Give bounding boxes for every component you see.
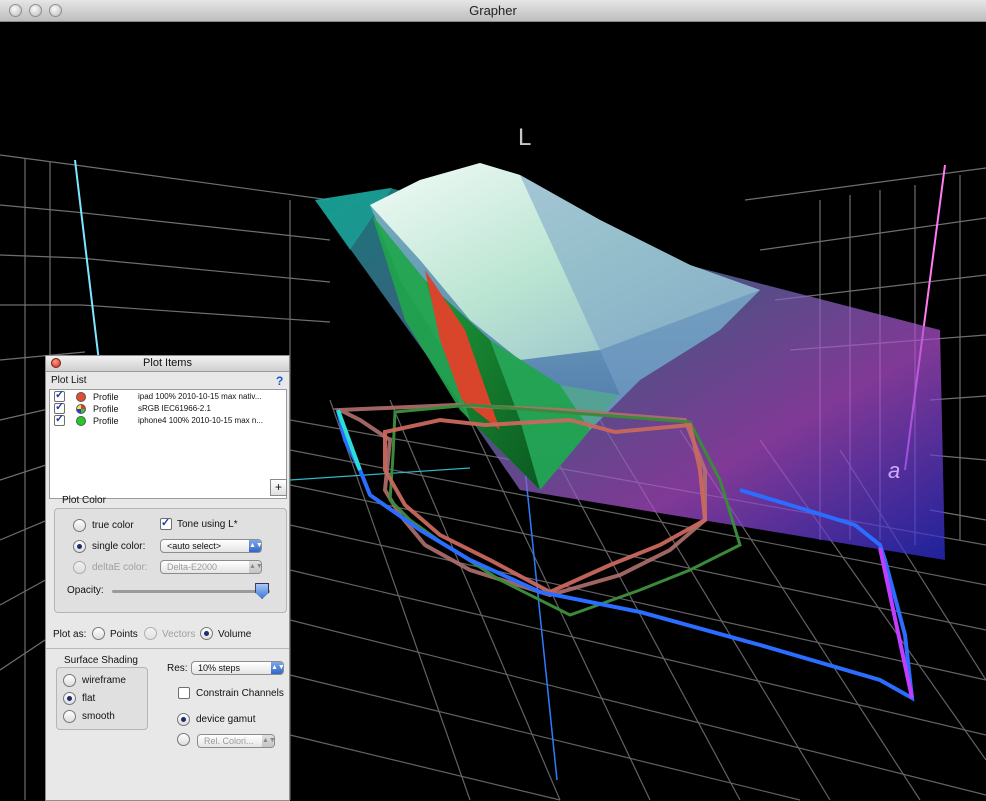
- updown-arrows-icon: ▲▼: [262, 735, 276, 747]
- divider: [46, 648, 289, 649]
- rendering-intent-radio[interactable]: [177, 733, 190, 746]
- true-color-radio[interactable]: [73, 519, 86, 532]
- device-gamut-radio[interactable]: [177, 713, 190, 726]
- volume-radio[interactable]: [200, 627, 213, 640]
- plot-item-type: Profile: [93, 392, 119, 402]
- smooth-label: smooth: [82, 711, 115, 722]
- close-panel-button[interactable]: [51, 358, 61, 368]
- tone-using-l-checkbox[interactable]: [160, 516, 172, 530]
- plot-list-item[interactable]: Profile ipad 100% 2010-10-15 max nativ..…: [50, 391, 286, 403]
- true-color-label: true color: [92, 520, 134, 531]
- title-bar: Grapher: [0, 0, 986, 22]
- res-select[interactable]: 10% steps ▲▼: [191, 661, 285, 675]
- deltae-color-label: deltaE color:: [92, 562, 148, 573]
- axis-label-l: L: [518, 124, 531, 151]
- plot-item-checkbox[interactable]: [54, 391, 65, 402]
- plot-color-label: Plot Color: [62, 495, 106, 506]
- plot-item-checkbox[interactable]: [54, 403, 65, 414]
- color-swatch-icon: [76, 404, 86, 414]
- plot-items-panel: Plot Items Plot List ? Profile ipad 100%…: [45, 355, 290, 801]
- single-color-radio[interactable]: [73, 540, 86, 553]
- axis-line-h: [289, 467, 471, 481]
- help-icon[interactable]: ?: [276, 374, 283, 388]
- rendering-intent-select[interactable]: Rel. Colori... ▲▼: [197, 734, 276, 748]
- tone-using-l-label: Tone using L*: [177, 519, 238, 530]
- flat-radio[interactable]: [63, 692, 76, 705]
- plot-item-type: Profile: [93, 416, 119, 426]
- surface-shading-group: wireframe flat smooth: [56, 667, 148, 730]
- constrain-channels-checkbox[interactable]: [178, 687, 190, 699]
- axis-label-a: a: [888, 458, 900, 483]
- surface-shading-label: Surface Shading: [64, 655, 138, 666]
- plot-list: Profile ipad 100% 2010-10-15 max nativ..…: [49, 389, 287, 499]
- axis-line-b: [74, 159, 101, 371]
- opacity-label: Opacity:: [67, 585, 104, 596]
- plot-item-checkbox[interactable]: [54, 415, 65, 426]
- deltae-color-radio[interactable]: [73, 561, 86, 574]
- plot-item-name: sRGB IEC61966-2.1: [138, 404, 211, 413]
- constrain-channels-label: Constrain Channels: [196, 688, 284, 699]
- single-color-label: single color:: [92, 541, 146, 552]
- device-gamut-label: device gamut: [196, 714, 256, 725]
- updown-arrows-icon: ▲▼: [249, 561, 263, 573]
- vectors-radio[interactable]: [144, 627, 157, 640]
- single-color-select[interactable]: <auto select> ▲▼: [160, 539, 263, 553]
- color-swatch-icon: [76, 416, 86, 426]
- opacity-slider-thumb[interactable]: [255, 583, 270, 599]
- rendering-intent-value: Rel. Colori...: [204, 736, 254, 746]
- plot-items-title-bar: Plot Items: [46, 356, 289, 372]
- deltae-select[interactable]: Delta-E2000 ▲▼: [160, 560, 263, 574]
- points-label: Points: [110, 629, 138, 640]
- opacity-slider-track[interactable]: [112, 590, 270, 593]
- wireframe-label: wireframe: [82, 675, 126, 686]
- vectors-label: Vectors: [162, 629, 196, 640]
- points-radio[interactable]: [92, 627, 105, 640]
- plot-list-item[interactable]: Profile iphone4 100% 2010-10-15 max n...: [50, 415, 286, 427]
- updown-arrows-icon: ▲▼: [271, 662, 285, 674]
- flat-label: flat: [82, 693, 96, 704]
- add-plot-item-button[interactable]: +: [270, 479, 287, 496]
- plot-list-item[interactable]: Profile sRGB IEC61966-2.1: [50, 403, 286, 415]
- color-swatch-icon: [76, 392, 86, 402]
- plot-as-label: Plot as:: [53, 629, 87, 640]
- plot-items-title: Plot Items: [143, 357, 192, 369]
- res-value: 10% steps: [198, 663, 241, 673]
- res-label: Res:: [167, 663, 188, 674]
- plot-color-group: true color Tone using L* single color: <…: [54, 508, 287, 613]
- single-color-value: <auto select>: [167, 541, 222, 551]
- volume-label: Volume: [218, 629, 252, 640]
- wireframe-radio[interactable]: [63, 674, 76, 687]
- deltae-value: Delta-E2000: [167, 562, 218, 572]
- plot-item-type: Profile: [93, 404, 119, 414]
- plot-list-label: Plot List: [51, 375, 87, 386]
- plot-item-name: ipad 100% 2010-10-15 max nativ...: [138, 392, 262, 401]
- smooth-radio[interactable]: [63, 710, 76, 723]
- plot-item-name: iphone4 100% 2010-10-15 max n...: [138, 416, 263, 425]
- updown-arrows-icon: ▲▼: [249, 540, 263, 552]
- window-title: Grapher: [469, 3, 517, 18]
